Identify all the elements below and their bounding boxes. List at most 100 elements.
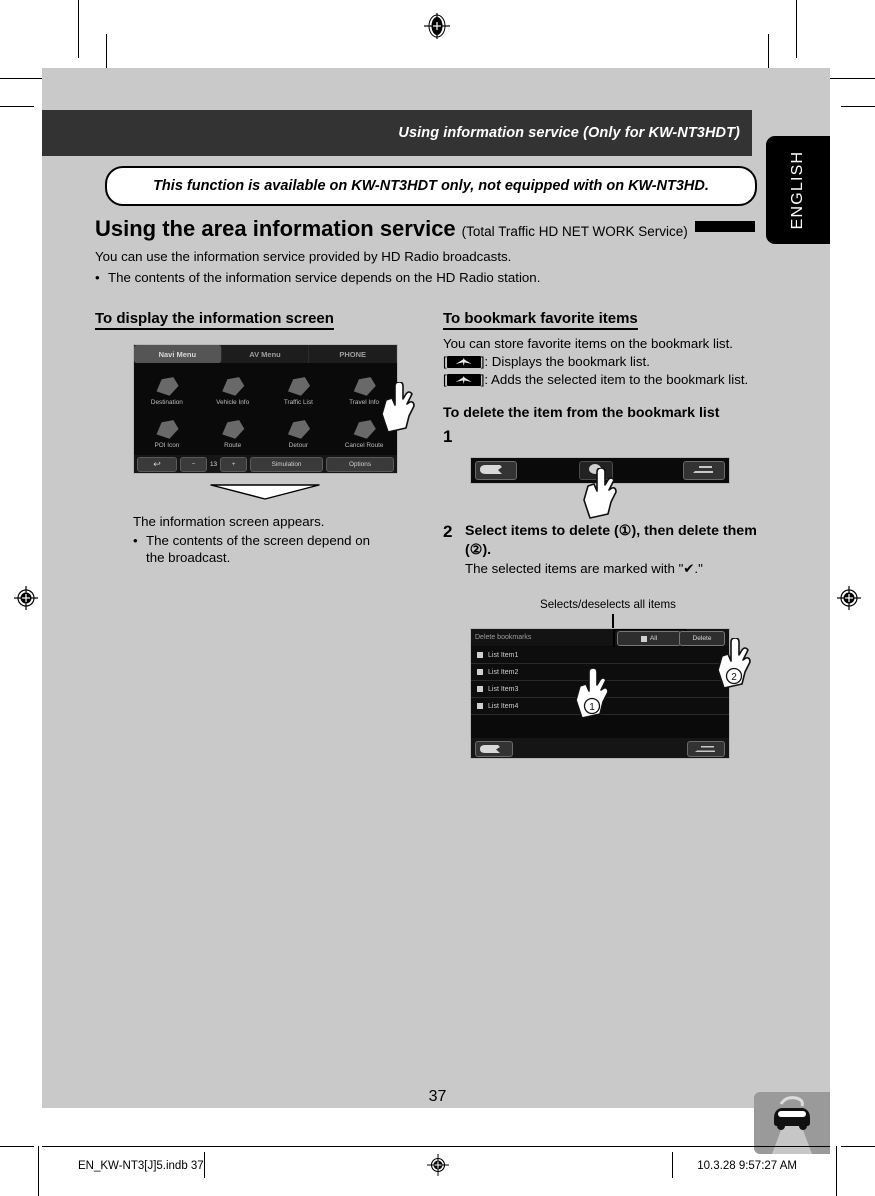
- section-title-row: Using the area information service (Tota…: [95, 216, 755, 242]
- manual-page: Using information service (Only for KW-N…: [0, 0, 875, 1196]
- navi-item-vehicle-info[interactable]: Vehicle Info: [200, 365, 266, 408]
- navi-item-destination[interactable]: Destination: [134, 365, 200, 408]
- navi-menu-screenshot: Navi Menu AV Menu PHONE Destination Vehi…: [133, 344, 398, 474]
- bar-right-button[interactable]: [683, 461, 725, 480]
- intro-line-1: You can use the information service prov…: [95, 249, 512, 264]
- step-2-text: Select items to delete (①), then delete …: [465, 523, 757, 558]
- delete-screen-title-bar: Delete bookmarks All Delete: [471, 629, 729, 651]
- delete-button[interactable]: Delete: [679, 631, 725, 646]
- delete-button-label: Delete: [692, 635, 712, 642]
- page-title: Using information service (Only for KW-N…: [398, 125, 740, 141]
- step-2-number: 2: [443, 522, 453, 541]
- delete-bookmarks-screenshot: Delete bookmarks All Delete List Item1 L…: [470, 628, 730, 759]
- navi-item-poi-icon-label: POI Icon: [154, 442, 180, 449]
- list-item-checkbox[interactable]: [477, 669, 483, 675]
- navi-item-travel-info[interactable]: Travel Info: [331, 365, 397, 408]
- navi-tab-bar: Navi Menu AV Menu PHONE: [134, 345, 397, 363]
- poi-icon: [156, 420, 179, 439]
- bookmark-add-text: ]: Adds the selected item to the bookmar…: [480, 372, 749, 387]
- navi-options-label: Options: [348, 460, 372, 468]
- notice-box: This function is available on KW-NT3HDT …: [105, 166, 757, 206]
- footer: EN_KW-NT3[J]5.indb 37 10.3.28 9:57:27 AM: [0, 1154, 875, 1176]
- navi-tab-navi-menu[interactable]: Navi Menu: [134, 345, 222, 363]
- bookmark-add-icon: [446, 374, 481, 386]
- step-2: 2 Select items to delete (①), then delet…: [443, 520, 763, 578]
- page-number: 37: [428, 1088, 447, 1105]
- footer-registration-mark: [426, 1154, 449, 1176]
- delete-screen-bottom-bar: [471, 738, 729, 758]
- navi-bottom-bar: ↩ − 13 + Simulation Options: [134, 455, 397, 473]
- list-item[interactable]: List Item2: [471, 664, 729, 681]
- crop-mark-tr-v: [796, 0, 797, 58]
- list-item-label: List Item4: [488, 702, 519, 710]
- notice-text: This function is available on KW-NT3HDT …: [153, 178, 709, 194]
- section-subtitle: (Total Traffic HD NET WORK Service): [461, 224, 688, 239]
- bullet-dot-left: •: [133, 533, 138, 548]
- zoom-out-icon: −: [191, 460, 196, 468]
- footer-divider: [42, 1146, 830, 1147]
- left-column-caption: The information screen appears.: [133, 514, 325, 529]
- step-1: 1: [443, 427, 763, 447]
- navi-simulation-label: Simulation: [271, 460, 302, 468]
- list-item[interactable]: List Item4: [471, 698, 729, 715]
- registration-mark-top: [424, 13, 450, 39]
- navi-item-poi-icon[interactable]: POI Icon: [134, 408, 200, 451]
- callout-label: Selects/deselects all items: [540, 598, 676, 611]
- navi-back-button[interactable]: ↩: [137, 456, 177, 472]
- bullet-dot: •: [95, 270, 100, 285]
- step-2-subtext: The selected items are marked with "✔.": [465, 561, 703, 576]
- right-column: To bookmark favorite items You can store…: [443, 310, 763, 447]
- left-column: To display the information screen: [95, 310, 425, 330]
- zoom-in-icon: +: [231, 460, 236, 468]
- footer-file-label: EN_KW-NT3[J]5.indb 37: [78, 1160, 204, 1172]
- delete-screen-right-button[interactable]: [687, 741, 725, 757]
- bar-info-button[interactable]: [579, 461, 613, 480]
- intro-bullet-1: • The contents of the information servic…: [95, 269, 765, 286]
- right-column-heading: To bookmark favorite items: [443, 310, 638, 330]
- page-header-bar: Using information service (Only for KW-N…: [42, 110, 752, 156]
- delete-screen-back-button[interactable]: [475, 741, 513, 757]
- navi-item-traffic-list[interactable]: Traffic List: [266, 365, 332, 408]
- navi-zoom-out-button[interactable]: −: [180, 456, 207, 472]
- traffic-list-icon: [287, 377, 311, 396]
- navi-simulation-button[interactable]: Simulation: [250, 456, 323, 472]
- bookmark-list-icon: [446, 356, 481, 368]
- crop-mark-tr-v2: [768, 34, 769, 68]
- back-arrow-icon: ↩: [153, 458, 161, 469]
- vehicle-info-map-icon: [222, 377, 245, 396]
- navi-item-cancel-route[interactable]: Cancel Route: [331, 408, 397, 451]
- right-column-line-1: You can store favorite items on the book…: [443, 336, 733, 351]
- flow-arrow-down-icon: [210, 484, 320, 500]
- travel-info-icon: [353, 377, 376, 396]
- navi-tab-av-menu[interactable]: AV Menu: [222, 345, 310, 363]
- crop-mark-br-h: [841, 1146, 875, 1147]
- navi-tab-phone[interactable]: PHONE: [309, 345, 397, 363]
- list-item-label: List Item3: [488, 685, 519, 693]
- bookmark-add-line: []: Adds the selected item to the bookma…: [443, 371, 763, 388]
- delete-subheading: To delete the item from the bookmark lis…: [443, 405, 720, 421]
- list-item[interactable]: List Item1: [471, 647, 729, 664]
- language-side-tab: ENGLISH: [766, 136, 830, 244]
- delete-screen-title: Delete bookmarks: [475, 634, 532, 641]
- navi-item-route[interactable]: Route: [200, 408, 266, 451]
- navi-tab-phone-label: PHONE: [339, 349, 367, 359]
- list-item-checkbox[interactable]: [477, 652, 483, 658]
- cancel-route-icon: [353, 420, 376, 439]
- navi-item-route-label: Route: [224, 442, 242, 449]
- section-title: Using the area information service: [95, 216, 456, 241]
- bookmark-display-text: ]: Displays the bookmark list.: [480, 354, 650, 369]
- navi-options-button[interactable]: Options: [326, 456, 394, 472]
- list-item[interactable]: List Item3: [471, 681, 729, 698]
- list-item-label: List Item1: [488, 651, 519, 659]
- crop-mark-tl-v2: [106, 34, 107, 68]
- navi-item-detour[interactable]: Detour: [266, 408, 332, 451]
- list-item-checkbox[interactable]: [477, 686, 483, 692]
- navi-zoom-in-button[interactable]: +: [220, 456, 248, 472]
- intro-block: You can use the information service prov…: [95, 248, 765, 286]
- section-rule: [694, 221, 755, 232]
- bar-back-button[interactable]: [475, 461, 517, 480]
- car-road-icon: [754, 1092, 830, 1154]
- registration-mark-left: [13, 585, 39, 611]
- list-item-checkbox[interactable]: [477, 703, 483, 709]
- crop-mark-tl-h2: [0, 106, 34, 107]
